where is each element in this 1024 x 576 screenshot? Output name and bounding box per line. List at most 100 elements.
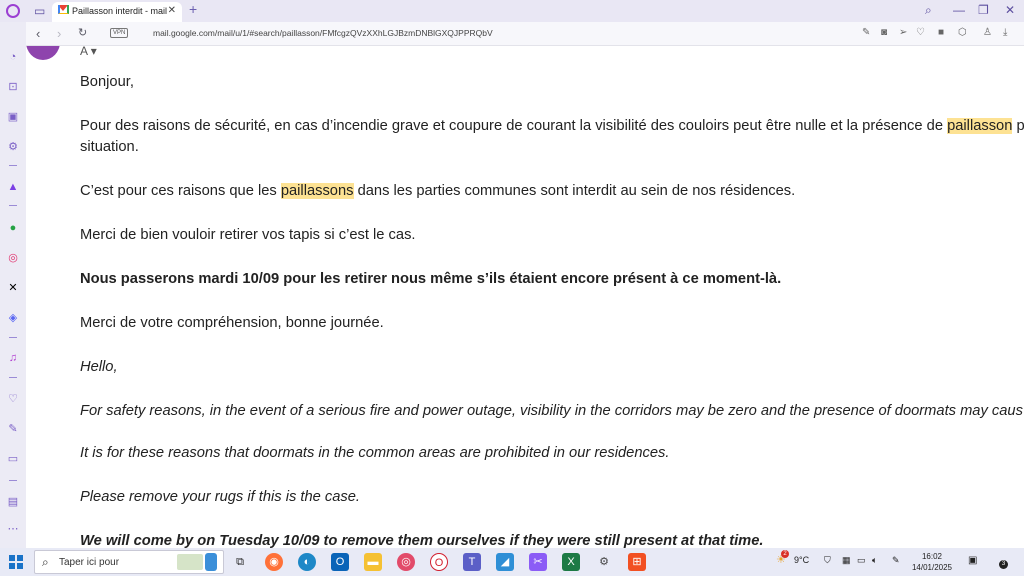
restore-button[interactable]: ❐ [978, 3, 989, 17]
network-icon[interactable]: ▭ [857, 555, 866, 566]
sidebar-divider [9, 205, 17, 206]
firefox-icon[interactable]: ◉ [265, 553, 283, 571]
search-highlight: paillasson [947, 118, 1013, 134]
favorites-icon[interactable]: ♡ [6, 392, 20, 406]
english-paragraph-1: For safety reasons, in the event of a se… [80, 402, 1023, 419]
vpn-badge[interactable]: VPN [110, 28, 129, 38]
shopping-icon[interactable]: ⊡ [6, 80, 20, 94]
x-icon[interactable]: ✕ [6, 281, 20, 295]
tab-bar: ▭ Paillasson interdit - mail go ✕ + ⌕ — … [0, 0, 1024, 22]
edge-icon[interactable]: ◐ [298, 553, 316, 571]
volume-icon[interactable]: 🔈︎ [872, 555, 877, 566]
close-window-button[interactable]: ✕ [1005, 3, 1015, 17]
search-icon: ⌕ [42, 555, 49, 569]
gmail-icon [58, 5, 69, 14]
english-paragraph-4: We will come by on Tuesday 10/09 to remo… [80, 532, 764, 549]
reload-icon[interactable]: ↻ [78, 26, 87, 39]
tab-search-icon[interactable]: ⌕ [925, 3, 932, 18]
paragraph-3: Merci de bien vouloir retirer vos tapis … [80, 226, 416, 243]
notification-count-badge: 3 [999, 560, 1008, 569]
sidebar-divider [9, 337, 17, 338]
stop-icon[interactable]: ■ [938, 27, 944, 38]
send-icon[interactable]: ➢ [899, 27, 907, 38]
store-icon[interactable]: ⊞ [628, 553, 646, 571]
avatar[interactable] [26, 46, 60, 60]
snipping-tool-icon[interactable]: ✂ [529, 553, 547, 571]
instagram-icon[interactable]: ◎ [6, 251, 20, 265]
email-view: A ▾ Bonjour, Pour des raisons de sécurit… [26, 46, 1024, 548]
weather-badge: 2 [781, 550, 789, 558]
tab-title: Paillasson interdit - mail go [72, 5, 170, 16]
chat-icon[interactable]: ▭ [6, 452, 20, 466]
aria-icon[interactable]: ▲ [6, 180, 20, 194]
email-body: Bonjour, Pour des raisons de sécurité, e… [80, 72, 1024, 548]
opera-icon[interactable]: O [430, 553, 448, 571]
new-tab-button[interactable]: + [189, 1, 197, 17]
sender-name[interactable]: A ▾ [80, 46, 97, 58]
paragraph-1-cut: p [1012, 118, 1024, 134]
music-icon[interactable]: ♫ [6, 351, 20, 365]
english-paragraph-3: Please remove your rugs if this is the c… [80, 488, 361, 505]
paragraph-1-text: Pour des raisons de sécurité, en cas d’i… [80, 118, 948, 134]
shield-icon[interactable]: ⛉ [824, 555, 831, 566]
settings-icon[interactable]: ⚙ [595, 553, 613, 571]
profile-icon[interactable]: ♙ [983, 27, 992, 38]
sender-initial: A [80, 46, 88, 58]
chevron-down-icon[interactable]: ▾ [91, 46, 97, 58]
paragraph-2-rest: dans les parties communes sont interdit … [353, 182, 796, 199]
pinboard-icon[interactable]: ✎ [6, 422, 20, 436]
sidebar-divider [9, 480, 17, 481]
paragraph-1-line-2: situation. [80, 138, 139, 155]
paragraph-1: Pour des raisons de sécurité, en cas d’i… [80, 116, 1024, 137]
task-view-icon[interactable]: ⧉ [231, 553, 249, 571]
back-button[interactable]: ‹ [36, 26, 40, 41]
opera-gx-icon[interactable]: ◎ [397, 553, 415, 571]
address-bar: ‹ › ↻ VPN mail.google.com/mail/u/1/#sear… [26, 22, 1024, 46]
photos-icon[interactable]: ◢ [496, 553, 514, 571]
minimize-button[interactable]: — [953, 3, 965, 17]
windows-start-icon[interactable] [9, 555, 23, 569]
camera-icon[interactable]: ◙ [881, 27, 887, 38]
edit-icon[interactable]: ✎ [862, 27, 870, 38]
outlook-icon[interactable]: O [331, 553, 349, 571]
discord-icon[interactable]: ◈ [6, 311, 20, 325]
weather-temperature[interactable]: 9°C [794, 555, 809, 565]
english-greeting: Hello, [80, 358, 118, 375]
sidebar-divider [9, 377, 17, 378]
more-icon[interactable]: ⋯ [6, 522, 20, 536]
taskbar-search-input[interactable]: ⌕ Taper ici pour [34, 550, 224, 574]
download-icon[interactable]: ⤓ [1003, 27, 1007, 38]
teams-icon[interactable]: T [463, 553, 481, 571]
speed-dial-icon[interactable]: ◔ [6, 50, 20, 64]
search-highlight-image-icon [177, 554, 203, 570]
settings-box-icon[interactable]: ⚙ [6, 140, 20, 154]
heart-icon[interactable]: ♡ [916, 27, 925, 38]
excel-icon[interactable]: X [562, 553, 580, 571]
clock[interactable]: 16:02 14/01/2025 [908, 551, 956, 573]
clock-date: 14/01/2025 [911, 563, 953, 572]
twitch-icon[interactable]: ▣ [6, 110, 20, 124]
url-field[interactable]: mail.google.com/mail/u/1/#search/paillas… [153, 28, 493, 38]
gallery-icon[interactable]: ▤ [6, 495, 20, 509]
close-tab-icon[interactable]: ✕ [168, 5, 176, 16]
search-placeholder: Taper ici pour [59, 557, 120, 568]
paragraph-5: Merci de votre compréhension, bonne jour… [80, 314, 384, 331]
workspaces-icon[interactable]: ▭ [34, 3, 45, 19]
forward-button[interactable]: › [57, 26, 61, 41]
cube-icon[interactable]: ⬡ [958, 27, 967, 38]
greeting: Bonjour, [80, 74, 134, 90]
app-tray-icon[interactable]: ▦ [842, 555, 851, 566]
sidebar-divider [9, 165, 17, 166]
whatsapp-icon[interactable]: ● [6, 221, 20, 235]
pen-icon[interactable]: ✎ [892, 555, 900, 566]
notifications-icon[interactable]: ▣ [968, 555, 977, 566]
paragraph-2-text: C’est pour ces raisons que les [80, 182, 281, 199]
english-paragraph-2: It is for these reasons that doormats in… [80, 444, 670, 461]
clock-time: 16:02 [921, 552, 943, 561]
tab-gmail[interactable]: Paillasson interdit - mail go ✕ [52, 2, 182, 22]
taskbar: ⌕ Taper ici pour ⧉ ◉ ◐ O ▬ ◎ O T ◢ ✂ X ⚙… [0, 548, 1024, 576]
file-explorer-icon[interactable]: ▬ [364, 553, 382, 571]
sidebar: ◔ ⊡ ▣ ⚙ ▲ ● ◎ ✕ ◈ ♫ ♡ ✎ ▭ ▤ ⋯ [0, 22, 26, 548]
paragraph-2: C’est pour ces raisons que les paillasso… [80, 181, 1024, 202]
opera-logo-icon[interactable] [6, 4, 20, 18]
